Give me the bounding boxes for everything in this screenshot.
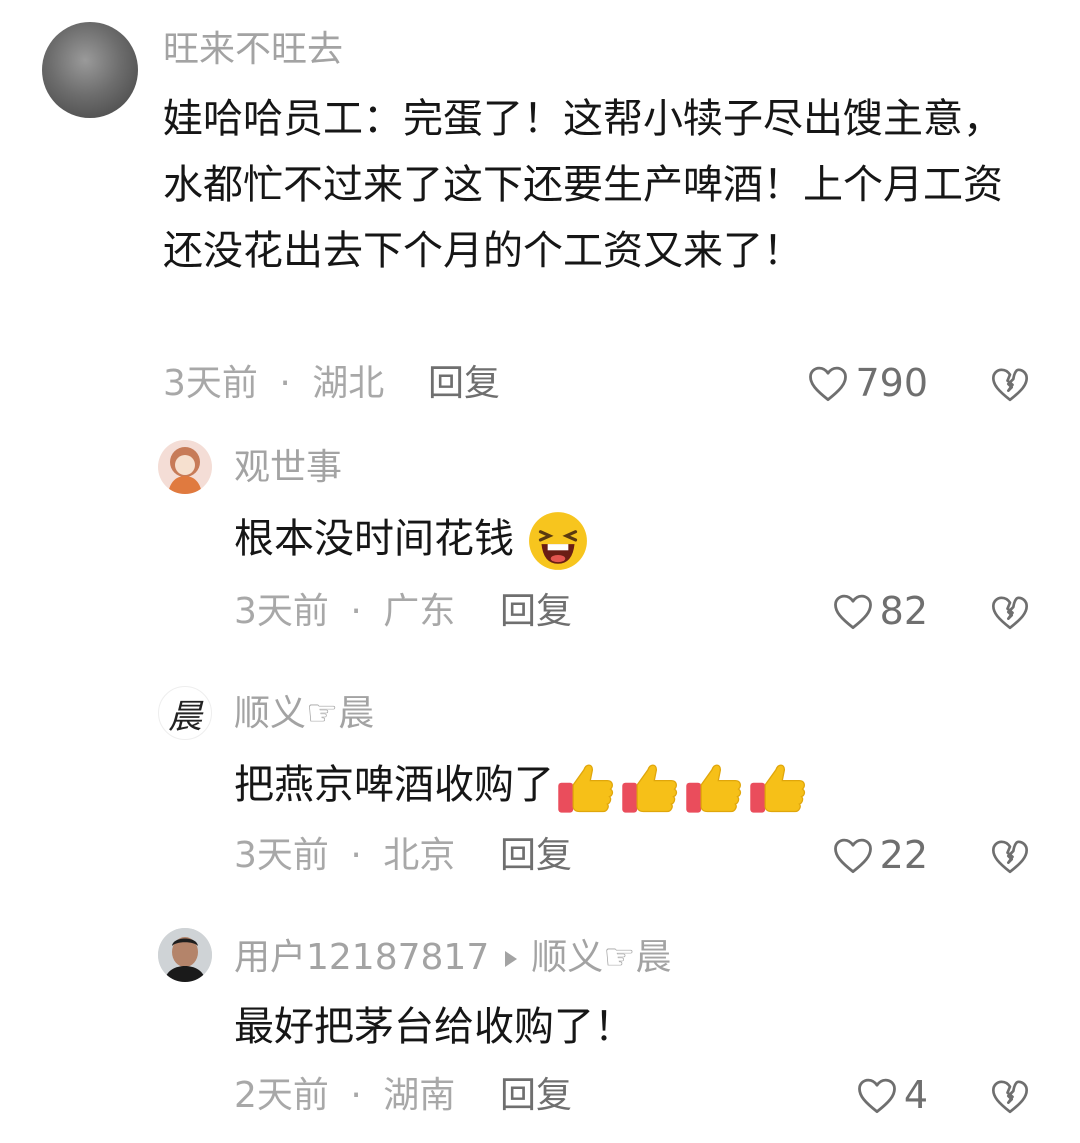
heart-outline-icon <box>809 366 848 402</box>
comment-meta: 2天前 · 湖南 <box>234 1074 455 1118</box>
username[interactable]: 顺义☞晨 <box>234 692 374 736</box>
avatar-glyph: 晨 <box>168 696 202 737</box>
comment-meta: 3天前 · 北京 <box>234 834 455 878</box>
thumbs-up-emoji <box>622 764 678 813</box>
broken-heart-icon[interactable] <box>990 364 1030 404</box>
comment-meta: 3天前 · 湖北 <box>163 362 384 406</box>
like-button[interactable]: 82 <box>832 589 928 633</box>
username: 用户12187817 顺义☞晨 <box>234 936 672 980</box>
comment-time: 3天前 <box>234 591 329 632</box>
meta-separator: · <box>350 591 362 632</box>
broken-heart-icon[interactable] <box>990 1076 1030 1116</box>
avatar-illustration <box>168 447 202 494</box>
comment-text: 把燕京啤酒收购了 <box>234 752 1034 819</box>
thumbs-up-emoji <box>686 764 742 813</box>
thumbs-up-emoji <box>750 764 806 813</box>
avatar[interactable] <box>42 22 138 118</box>
reply-button[interactable]: 回复 <box>500 1074 572 1118</box>
laughing-face-emoji <box>528 512 587 570</box>
comment-text-content: 把燕京啤酒收购了 <box>234 762 554 808</box>
avatar[interactable]: 晨 <box>158 686 212 740</box>
comment-meta: 3天前 · 广东 <box>234 590 455 634</box>
username[interactable]: 旺来不旺去 <box>163 28 343 72</box>
like-count: 82 <box>879 589 928 633</box>
comment-location: 北京 <box>383 835 456 876</box>
comment-location: 广东 <box>383 591 456 632</box>
reply-arrow-icon <box>505 951 518 967</box>
broken-heart-icon[interactable] <box>990 836 1030 876</box>
comment-time: 2天前 <box>234 1075 329 1116</box>
reply-to-username[interactable]: 顺义☞晨 <box>531 937 671 978</box>
comment-time: 3天前 <box>234 835 329 876</box>
heart-outline-icon <box>833 594 872 630</box>
like-count: 790 <box>855 361 928 405</box>
comment-text-content: 根本没时间花钱 <box>234 516 514 562</box>
meta-separator: · <box>350 835 362 876</box>
thumbs-up-emoji-group <box>554 762 810 813</box>
avatar[interactable] <box>158 928 212 982</box>
comment-text: 根本没时间花钱 <box>234 506 1014 572</box>
like-button[interactable]: 4 <box>856 1073 928 1117</box>
comment-location: 湖南 <box>383 1075 456 1116</box>
comment-location: 湖北 <box>312 363 385 404</box>
reply-button[interactable]: 回复 <box>428 362 500 406</box>
username[interactable]: 观世事 <box>234 446 342 490</box>
comment-time: 3天前 <box>163 363 258 404</box>
like-count: 4 <box>903 1073 928 1117</box>
meta-separator: · <box>350 1075 362 1116</box>
like-count: 22 <box>879 833 928 877</box>
reply-button[interactable]: 回复 <box>500 590 572 634</box>
username-text[interactable]: 用户12187817 <box>234 937 489 978</box>
meta-separator: · <box>279 363 291 404</box>
heart-outline-icon <box>833 838 872 874</box>
broken-heart-icon[interactable] <box>990 592 1030 632</box>
comment-text: 最好把茅台给收购了！ <box>234 1004 634 1050</box>
like-button[interactable]: 22 <box>832 833 928 877</box>
like-button[interactable]: 790 <box>807 361 928 405</box>
avatar-photo <box>158 928 212 982</box>
reply-button[interactable]: 回复 <box>500 834 572 878</box>
thumbs-up-emoji <box>558 764 614 813</box>
comment-text: 娃哈哈员工：完蛋了！这帮小犊子尽出馊主意，水都忙不过来了这下还要生产啤酒！上个月… <box>163 96 1003 274</box>
avatar[interactable] <box>158 440 212 494</box>
heart-outline-icon <box>857 1078 896 1114</box>
